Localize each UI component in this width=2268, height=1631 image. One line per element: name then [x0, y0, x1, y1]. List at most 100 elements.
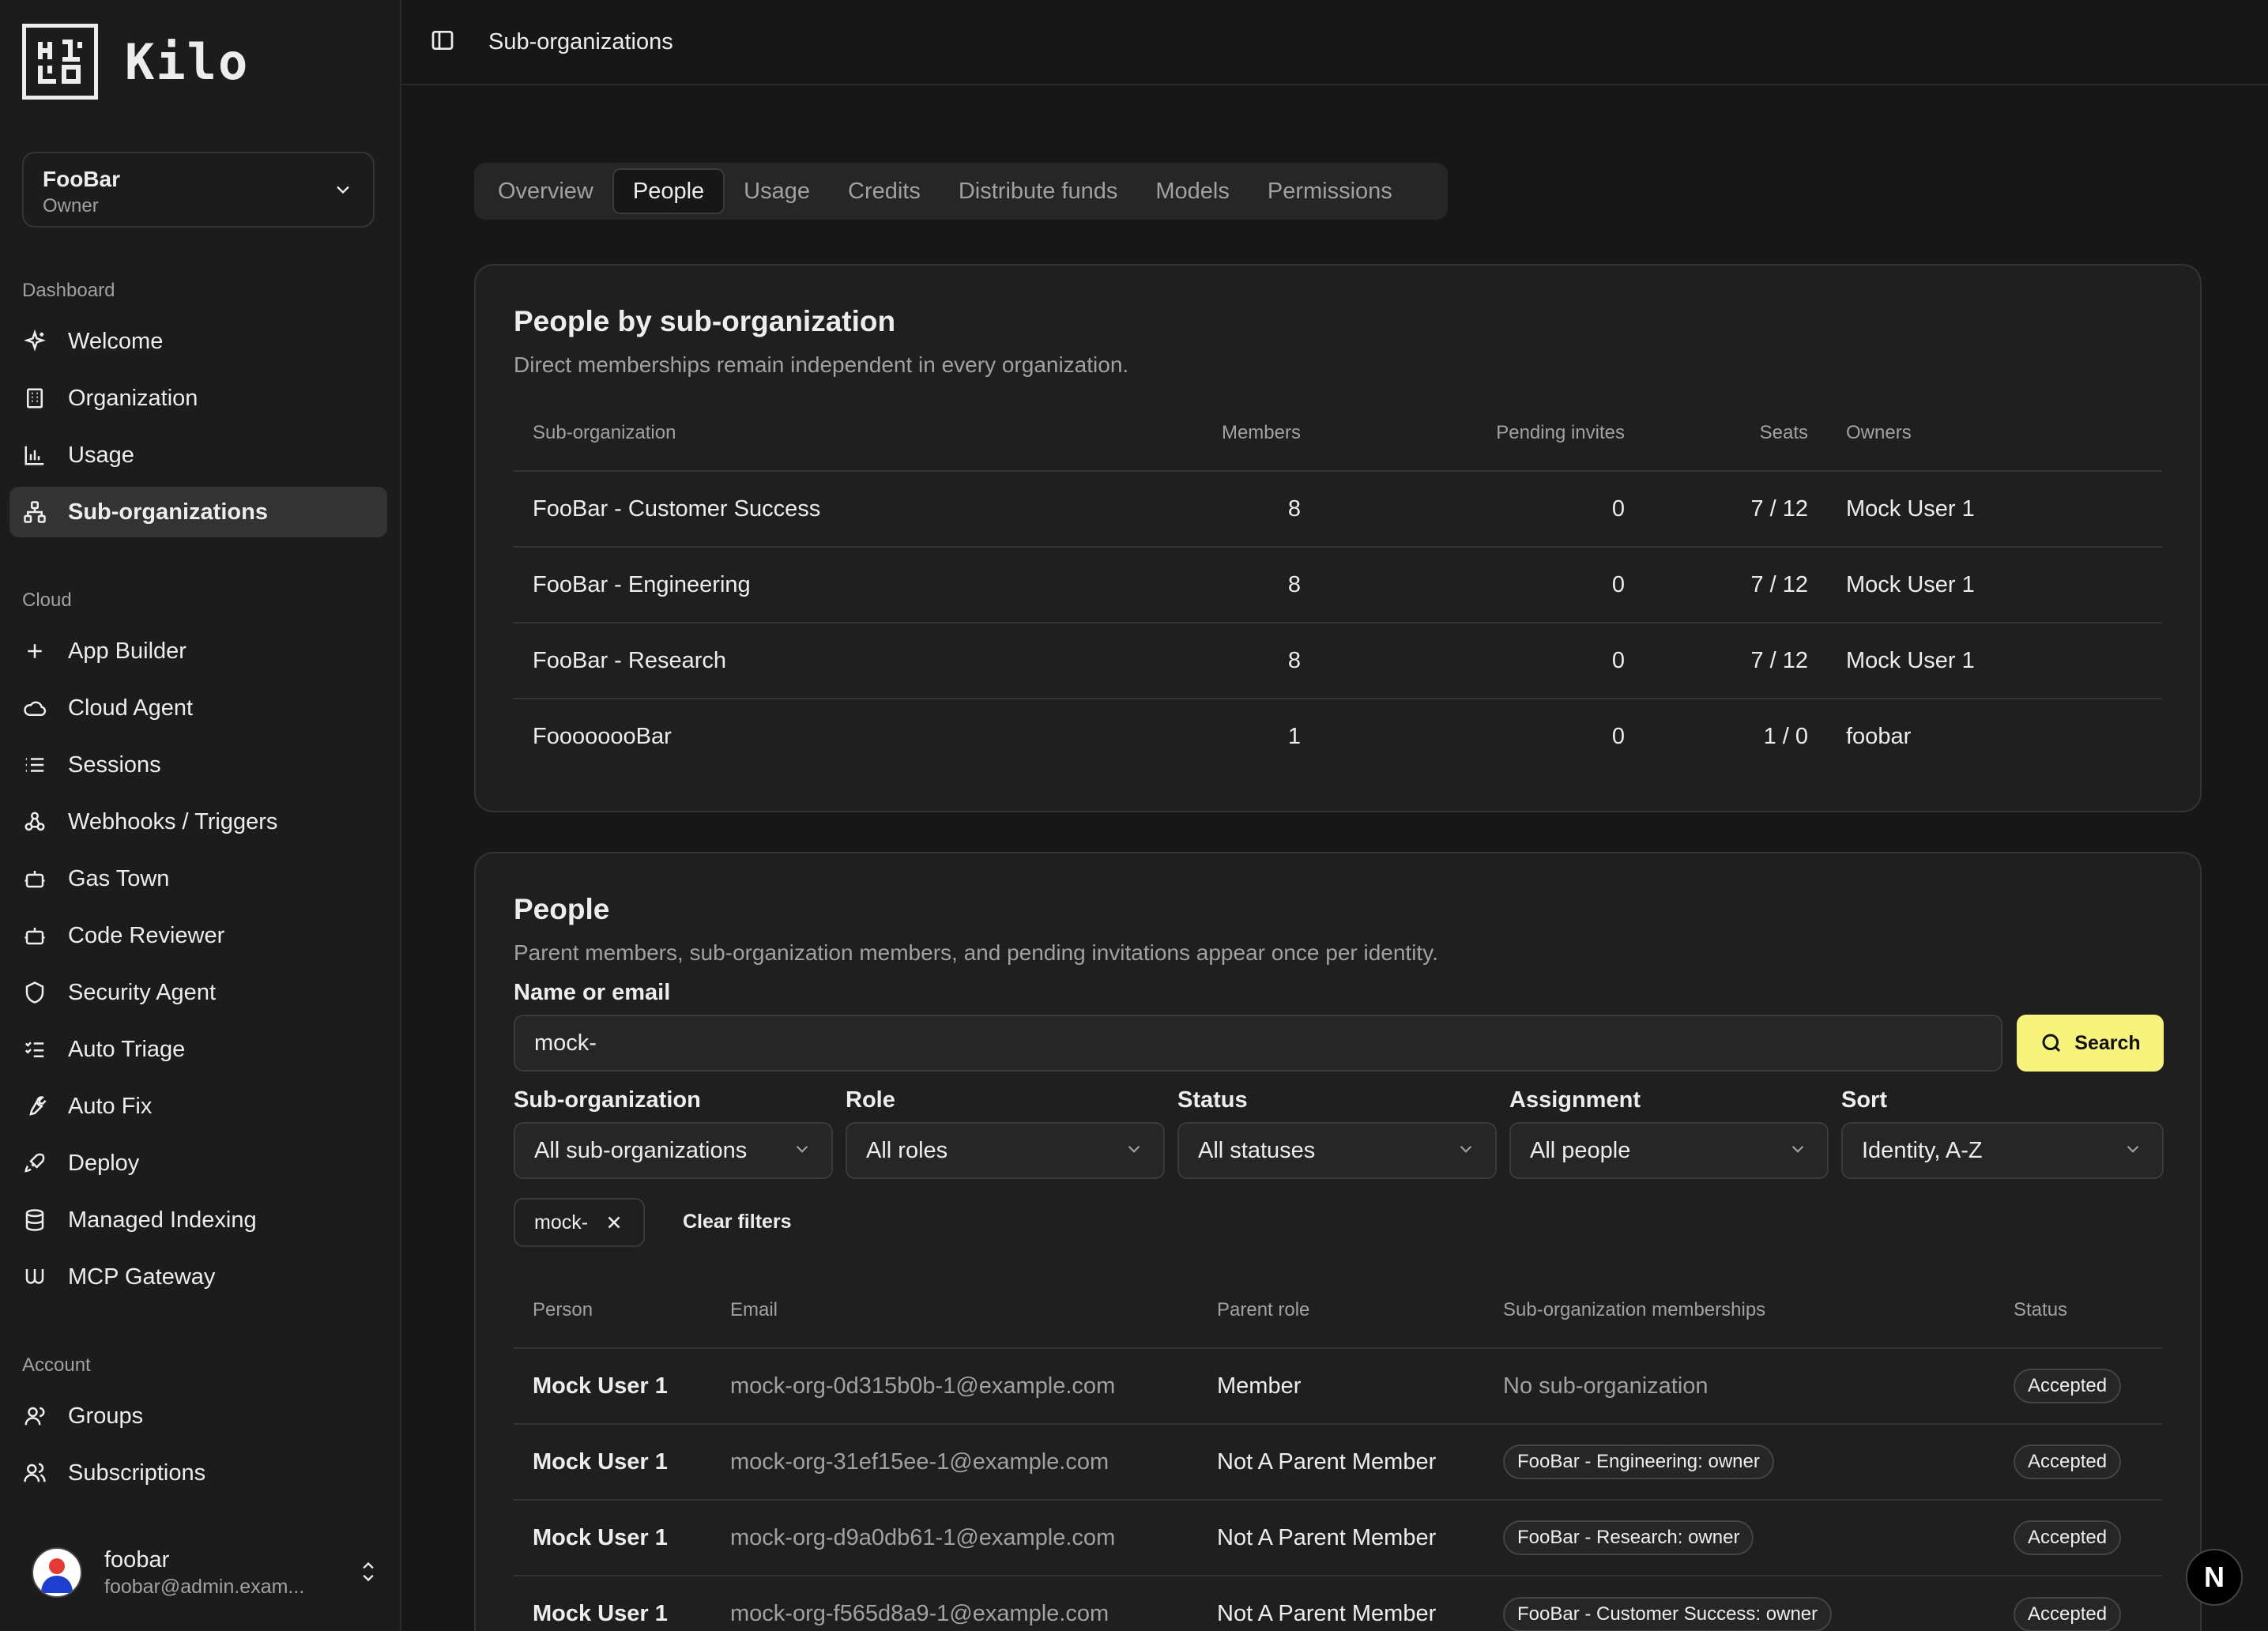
table-row[interactable]: FooBar - Engineering 8 0 7 / 12 Mock Use…: [514, 547, 2162, 623]
breadcrumb: Sub-organizations: [488, 28, 673, 55]
sidebar-item-label: Welcome: [68, 328, 164, 354]
column-header[interactable]: Owners: [1827, 395, 2162, 472]
sidebar-item-code-reviewer[interactable]: Code Reviewer: [9, 910, 387, 961]
table-row[interactable]: Mock User 1 mock-org-f565d8a9-1@example.…: [514, 1576, 2162, 1631]
person-name: Mock User 1: [533, 1601, 668, 1626]
membership-badge: FooBar - Customer Success: owner: [1503, 1596, 1833, 1631]
column-header[interactable]: Sub-organization memberships: [1484, 1272, 1995, 1349]
seats: 7 / 12: [1644, 547, 1827, 623]
column-header[interactable]: Email: [711, 1272, 1198, 1349]
card-title: People: [514, 893, 610, 925]
webhook-icon: [22, 809, 47, 834]
bot-icon: [22, 923, 47, 948]
sidebar-toggle-icon[interactable]: [430, 28, 455, 57]
tab-credits[interactable]: Credits: [829, 168, 940, 214]
top-header: Sub-organizations: [401, 0, 2268, 85]
owners: foobar: [1846, 724, 1912, 749]
select-value: All roles: [866, 1137, 948, 1163]
tab-usage[interactable]: Usage: [725, 168, 829, 214]
search-button-label: Search: [2074, 1031, 2141, 1054]
seats: 7 / 12: [1644, 471, 1827, 548]
user-email: foobar@admin.exam...: [104, 1576, 305, 1598]
sidebar-item-sessions[interactable]: Sessions: [9, 740, 387, 790]
column-header[interactable]: Members: [1114, 395, 1320, 472]
sidebar-item-webhooks-triggers[interactable]: Webhooks / Triggers: [9, 797, 387, 847]
tab-permissions[interactable]: Permissions: [1249, 168, 1411, 214]
parent-role: Member: [1198, 1348, 1484, 1425]
sidebar-item-label: Deploy: [68, 1150, 140, 1176]
column-header[interactable]: Sub-organization: [514, 395, 1114, 472]
avatar: [32, 1547, 82, 1598]
sidebar-item-organization[interactable]: Organization: [9, 373, 387, 424]
assignment-select[interactable]: All people: [1509, 1122, 1829, 1179]
column-header[interactable]: Parent role: [1198, 1272, 1484, 1349]
logo[interactable]: Kilo: [22, 24, 249, 100]
column-header[interactable]: Person: [514, 1272, 711, 1349]
table-row[interactable]: FooBar - Research 8 0 7 / 12 Mock User 1: [514, 623, 2162, 699]
column-header[interactable]: Status: [1995, 1272, 2162, 1349]
search-input[interactable]: [514, 1015, 2002, 1072]
tab-distribute-funds[interactable]: Distribute funds: [940, 168, 1137, 214]
tab-people[interactable]: People: [612, 168, 725, 214]
sidebar-item-usage[interactable]: Usage: [9, 430, 387, 480]
next-dev-indicator-icon[interactable]: N: [2186, 1549, 2243, 1606]
user-menu[interactable]: foobar foobar@admin.exam...: [32, 1541, 379, 1604]
org-role: Owner: [43, 195, 99, 217]
sidebar-item-cloud-agent[interactable]: Cloud Agent: [9, 683, 387, 733]
filter-label-sub-organization: Sub-organization: [514, 1087, 701, 1113]
sidebar-item-auto-fix[interactable]: Auto Fix: [9, 1081, 387, 1132]
sidebar-item-label: Groups: [68, 1403, 144, 1429]
membership-badge: FooBar - Research: owner: [1503, 1520, 1754, 1555]
sidebar-item-app-builder[interactable]: App Builder: [9, 626, 387, 676]
mcp-icon: [22, 1264, 47, 1290]
sidebar-item-gas-town[interactable]: Gas Town: [9, 853, 387, 904]
section-label-cloud: Cloud: [22, 589, 72, 611]
person-email: mock-org-0d315b0b-1@example.com: [711, 1348, 1198, 1425]
owners: Mock User 1: [1827, 471, 2162, 548]
sidebar-item-label: Organization: [68, 385, 198, 411]
members-count: 8: [1114, 547, 1320, 623]
table-row[interactable]: Mock User 1 mock-org-31ef15ee-1@example.…: [514, 1424, 2162, 1501]
status-select[interactable]: All statuses: [1177, 1122, 1497, 1179]
clear-filters-button[interactable]: Clear filters: [683, 1211, 792, 1234]
column-header[interactable]: Pending invites: [1320, 395, 1644, 472]
tab-models[interactable]: Models: [1136, 168, 1249, 214]
sub-organization-select[interactable]: All sub-organizations: [514, 1122, 833, 1179]
table-row[interactable]: Mock User 1 mock-org-0d315b0b-1@example.…: [514, 1348, 2162, 1425]
sidebar-item-welcome[interactable]: Welcome: [9, 316, 387, 367]
sidebar-item-managed-indexing[interactable]: Managed Indexing: [9, 1195, 387, 1245]
bar-chart-icon: [22, 443, 47, 468]
suborg-table: Sub-organization Members Pending invites…: [514, 395, 2162, 774]
sidebar-item-auto-triage[interactable]: Auto Triage: [9, 1024, 387, 1075]
sidebar-item-groups[interactable]: Groups: [9, 1391, 387, 1441]
active-filter-chip[interactable]: mock-: [514, 1198, 646, 1247]
tab-overview[interactable]: Overview: [479, 168, 612, 214]
card-title: People by sub-organization: [514, 305, 896, 337]
sidebar-item-sub-organizations[interactable]: Sub-organizations: [9, 487, 387, 537]
table-row[interactable]: FooBar - Customer Success 8 0 7 / 12 Moc…: [514, 471, 2162, 548]
sidebar-item-mcp-gateway[interactable]: MCP Gateway: [9, 1252, 387, 1302]
sidebar-item-label: Subscriptions: [68, 1460, 206, 1486]
people-table: Person Email Parent role Sub-organizatio…: [514, 1272, 2162, 1631]
search-button[interactable]: Search: [2017, 1015, 2164, 1072]
sidebar-item-deploy[interactable]: Deploy: [9, 1138, 387, 1188]
table-row[interactable]: FoooooooBar 1 0 1 / 0 foobar: [514, 699, 2162, 774]
person-name: Mock User 1: [514, 1424, 711, 1501]
table-row[interactable]: Mock User 1 mock-org-d9a0db61-1@example.…: [514, 1500, 2162, 1576]
membership-text: No sub-organization: [1484, 1348, 1995, 1425]
sidebar-item-security-agent[interactable]: Security Agent: [9, 967, 387, 1018]
sidebar-item-subscriptions[interactable]: Subscriptions: [9, 1448, 387, 1498]
card-description: Parent members, sub-organization members…: [514, 940, 1438, 965]
search-icon: [2040, 1031, 2063, 1055]
sidebar-item-label: Security Agent: [68, 979, 216, 1005]
sidebar: Kilo FooBar Owner Dashboard Welcome Orga…: [0, 0, 401, 1631]
column-header[interactable]: Seats: [1644, 395, 1827, 472]
people-card: People Parent members, sub-organization …: [474, 852, 2202, 1631]
sidebar-item-label: Cloud Agent: [68, 695, 194, 721]
org-switcher[interactable]: FooBar Owner: [22, 152, 375, 228]
close-icon[interactable]: [604, 1212, 624, 1233]
sort-select[interactable]: Identity, A-Z: [1841, 1122, 2164, 1179]
suborg-name: FooBar - Research: [514, 623, 1114, 699]
role-select[interactable]: All roles: [846, 1122, 1165, 1179]
select-value: All people: [1530, 1137, 1631, 1163]
